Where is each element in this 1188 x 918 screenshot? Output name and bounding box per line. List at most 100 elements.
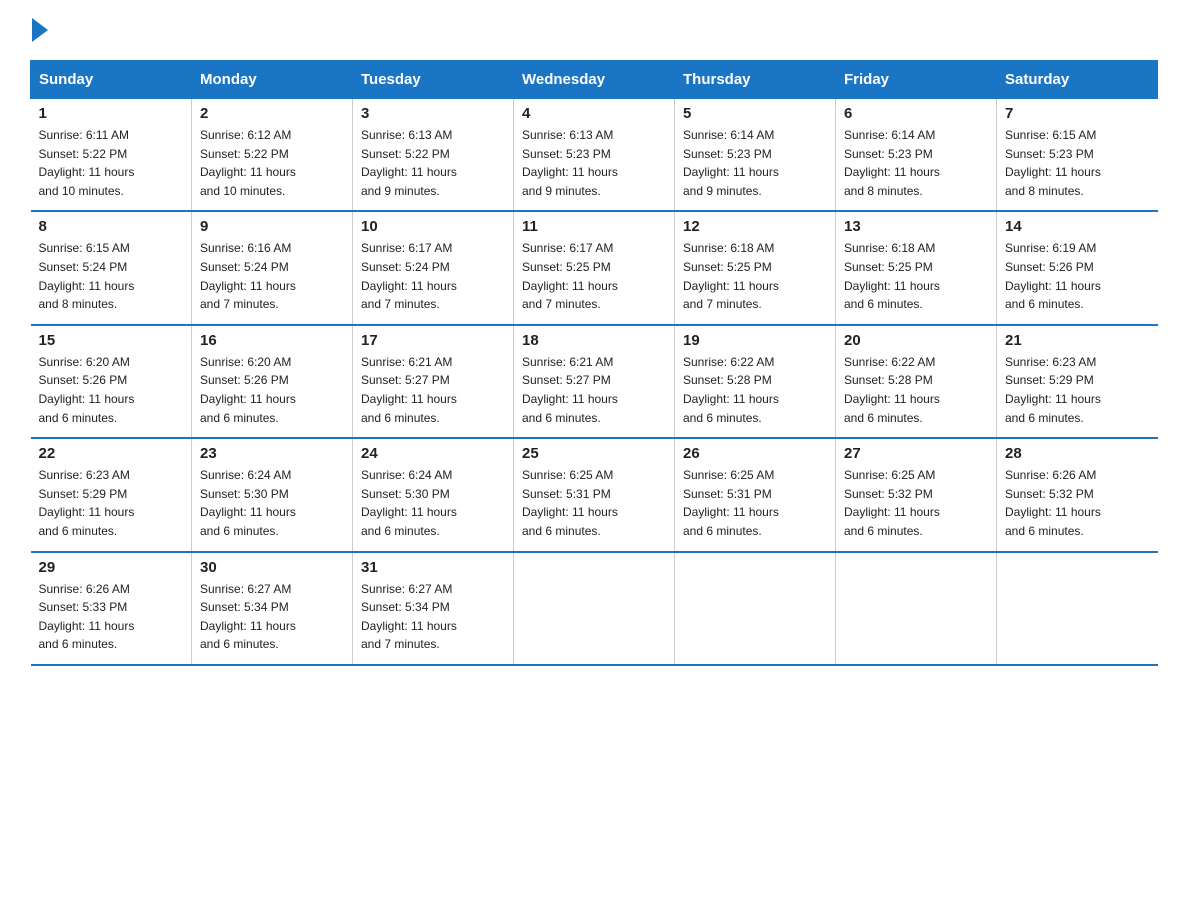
calendar-header-row: SundayMondayTuesdayWednesdayThursdayFrid… <box>31 61 1158 99</box>
day-info: Sunrise: 6:16 AMSunset: 5:24 PMDaylight:… <box>200 239 344 313</box>
calendar-cell: 19 Sunrise: 6:22 AMSunset: 5:28 PMDayligh… <box>675 325 836 438</box>
day-number: 7 <box>1005 105 1150 122</box>
day-number: 15 <box>39 332 184 349</box>
day-info: Sunrise: 6:21 AMSunset: 5:27 PMDaylight:… <box>361 353 505 427</box>
day-number: 21 <box>1005 332 1150 349</box>
day-info: Sunrise: 6:20 AMSunset: 5:26 PMDaylight:… <box>39 353 184 427</box>
day-info: Sunrise: 6:17 AMSunset: 5:25 PMDaylight:… <box>522 239 666 313</box>
day-number: 22 <box>39 445 184 462</box>
day-number: 19 <box>683 332 827 349</box>
day-info: Sunrise: 6:25 AMSunset: 5:31 PMDaylight:… <box>522 466 666 540</box>
day-info: Sunrise: 6:26 AMSunset: 5:33 PMDaylight:… <box>39 580 184 654</box>
day-number: 9 <box>200 218 344 235</box>
day-info: Sunrise: 6:18 AMSunset: 5:25 PMDaylight:… <box>844 239 988 313</box>
calendar-cell <box>514 552 675 665</box>
day-number: 23 <box>200 445 344 462</box>
day-number: 8 <box>39 218 184 235</box>
day-info: Sunrise: 6:18 AMSunset: 5:25 PMDaylight:… <box>683 239 827 313</box>
day-number: 18 <box>522 332 666 349</box>
day-number: 30 <box>200 559 344 576</box>
calendar-cell: 25 Sunrise: 6:25 AMSunset: 5:31 PMDayligh… <box>514 438 675 551</box>
calendar-week-row: 29 Sunrise: 6:26 AMSunset: 5:33 PMDayligh… <box>31 552 1158 665</box>
day-info: Sunrise: 6:25 AMSunset: 5:31 PMDaylight:… <box>683 466 827 540</box>
page-header <box>30 20 1158 42</box>
day-number: 17 <box>361 332 505 349</box>
calendar-cell <box>675 552 836 665</box>
day-info: Sunrise: 6:15 AMSunset: 5:24 PMDaylight:… <box>39 239 184 313</box>
calendar-cell: 8 Sunrise: 6:15 AMSunset: 5:24 PMDaylight… <box>31 211 192 324</box>
calendar-header-sunday: Sunday <box>31 61 192 99</box>
calendar-cell: 28Sunrise: 6:26 AMSunset: 5:32 PMDayligh… <box>997 438 1158 551</box>
calendar-cell: 16 Sunrise: 6:20 AMSunset: 5:26 PMDayligh… <box>192 325 353 438</box>
calendar-cell: 13 Sunrise: 6:18 AMSunset: 5:25 PMDayligh… <box>836 211 997 324</box>
calendar-week-row: 15 Sunrise: 6:20 AMSunset: 5:26 PMDayligh… <box>31 325 1158 438</box>
calendar-cell <box>997 552 1158 665</box>
day-info: Sunrise: 6:22 AMSunset: 5:28 PMDaylight:… <box>683 353 827 427</box>
calendar-cell: 29 Sunrise: 6:26 AMSunset: 5:33 PMDayligh… <box>31 552 192 665</box>
day-info: Sunrise: 6:11 AMSunset: 5:22 PMDaylight:… <box>39 126 184 200</box>
day-number: 5 <box>683 105 827 122</box>
calendar-header-wednesday: Wednesday <box>514 61 675 99</box>
calendar-table: SundayMondayTuesdayWednesdayThursdayFrid… <box>30 60 1158 666</box>
day-number: 11 <box>522 218 666 235</box>
calendar-cell: 10Sunrise: 6:17 AMSunset: 5:24 PMDayligh… <box>353 211 514 324</box>
day-info: Sunrise: 6:15 AMSunset: 5:23 PMDaylight:… <box>1005 126 1150 200</box>
calendar-cell: 12 Sunrise: 6:18 AMSunset: 5:25 PMDayligh… <box>675 211 836 324</box>
calendar-cell: 21 Sunrise: 6:23 AMSunset: 5:29 PMDayligh… <box>997 325 1158 438</box>
calendar-cell: 5 Sunrise: 6:14 AMSunset: 5:23 PMDaylight… <box>675 99 836 212</box>
day-number: 14 <box>1005 218 1150 235</box>
day-number: 16 <box>200 332 344 349</box>
calendar-week-row: 8 Sunrise: 6:15 AMSunset: 5:24 PMDaylight… <box>31 211 1158 324</box>
day-info: Sunrise: 6:12 AMSunset: 5:22 PMDaylight:… <box>200 126 344 200</box>
calendar-cell: 27 Sunrise: 6:25 AMSunset: 5:32 PMDayligh… <box>836 438 997 551</box>
day-info: Sunrise: 6:24 AMSunset: 5:30 PMDaylight:… <box>361 466 505 540</box>
calendar-header-monday: Monday <box>192 61 353 99</box>
calendar-cell: 9 Sunrise: 6:16 AMSunset: 5:24 PMDaylight… <box>192 211 353 324</box>
calendar-cell: 14 Sunrise: 6:19 AMSunset: 5:26 PMDayligh… <box>997 211 1158 324</box>
day-number: 26 <box>683 445 827 462</box>
calendar-cell: 20Sunrise: 6:22 AMSunset: 5:28 PMDayligh… <box>836 325 997 438</box>
day-info: Sunrise: 6:14 AMSunset: 5:23 PMDaylight:… <box>844 126 988 200</box>
day-number: 25 <box>522 445 666 462</box>
day-info: Sunrise: 6:24 AMSunset: 5:30 PMDaylight:… <box>200 466 344 540</box>
day-number: 4 <box>522 105 666 122</box>
calendar-week-row: 1Sunrise: 6:11 AMSunset: 5:22 PMDaylight… <box>31 99 1158 212</box>
day-number: 31 <box>361 559 505 576</box>
calendar-cell: 17 Sunrise: 6:21 AMSunset: 5:27 PMDayligh… <box>353 325 514 438</box>
day-info: Sunrise: 6:26 AMSunset: 5:32 PMDaylight:… <box>1005 466 1150 540</box>
calendar-cell: 1Sunrise: 6:11 AMSunset: 5:22 PMDaylight… <box>31 99 192 212</box>
calendar-cell: 6 Sunrise: 6:14 AMSunset: 5:23 PMDaylight… <box>836 99 997 212</box>
day-number: 3 <box>361 105 505 122</box>
calendar-cell: 11 Sunrise: 6:17 AMSunset: 5:25 PMDayligh… <box>514 211 675 324</box>
day-number: 24 <box>361 445 505 462</box>
day-info: Sunrise: 6:20 AMSunset: 5:26 PMDaylight:… <box>200 353 344 427</box>
day-number: 13 <box>844 218 988 235</box>
day-number: 29 <box>39 559 184 576</box>
calendar-cell: 4 Sunrise: 6:13 AMSunset: 5:23 PMDaylight… <box>514 99 675 212</box>
calendar-cell: 18Sunrise: 6:21 AMSunset: 5:27 PMDayligh… <box>514 325 675 438</box>
day-info: Sunrise: 6:22 AMSunset: 5:28 PMDaylight:… <box>844 353 988 427</box>
calendar-cell: 15 Sunrise: 6:20 AMSunset: 5:26 PMDayligh… <box>31 325 192 438</box>
day-number: 12 <box>683 218 827 235</box>
logo-arrow-icon <box>32 18 48 42</box>
calendar-cell <box>836 552 997 665</box>
calendar-cell: 23 Sunrise: 6:24 AMSunset: 5:30 PMDayligh… <box>192 438 353 551</box>
calendar-week-row: 22Sunrise: 6:23 AMSunset: 5:29 PMDayligh… <box>31 438 1158 551</box>
day-info: Sunrise: 6:23 AMSunset: 5:29 PMDaylight:… <box>1005 353 1150 427</box>
calendar-cell: 26 Sunrise: 6:25 AMSunset: 5:31 PMDayligh… <box>675 438 836 551</box>
day-info: Sunrise: 6:25 AMSunset: 5:32 PMDaylight:… <box>844 466 988 540</box>
calendar-cell: 30Sunrise: 6:27 AMSunset: 5:34 PMDayligh… <box>192 552 353 665</box>
day-number: 27 <box>844 445 988 462</box>
logo <box>30 20 48 42</box>
calendar-cell: 22Sunrise: 6:23 AMSunset: 5:29 PMDayligh… <box>31 438 192 551</box>
calendar-header-thursday: Thursday <box>675 61 836 99</box>
calendar-cell: 24 Sunrise: 6:24 AMSunset: 5:30 PMDayligh… <box>353 438 514 551</box>
day-info: Sunrise: 6:19 AMSunset: 5:26 PMDaylight:… <box>1005 239 1150 313</box>
day-number: 2 <box>200 105 344 122</box>
day-number: 6 <box>844 105 988 122</box>
calendar-cell: 3Sunrise: 6:13 AMSunset: 5:22 PMDaylight… <box>353 99 514 212</box>
calendar-cell: 7 Sunrise: 6:15 AMSunset: 5:23 PMDaylight… <box>997 99 1158 212</box>
day-info: Sunrise: 6:14 AMSunset: 5:23 PMDaylight:… <box>683 126 827 200</box>
calendar-header-tuesday: Tuesday <box>353 61 514 99</box>
day-info: Sunrise: 6:13 AMSunset: 5:23 PMDaylight:… <box>522 126 666 200</box>
